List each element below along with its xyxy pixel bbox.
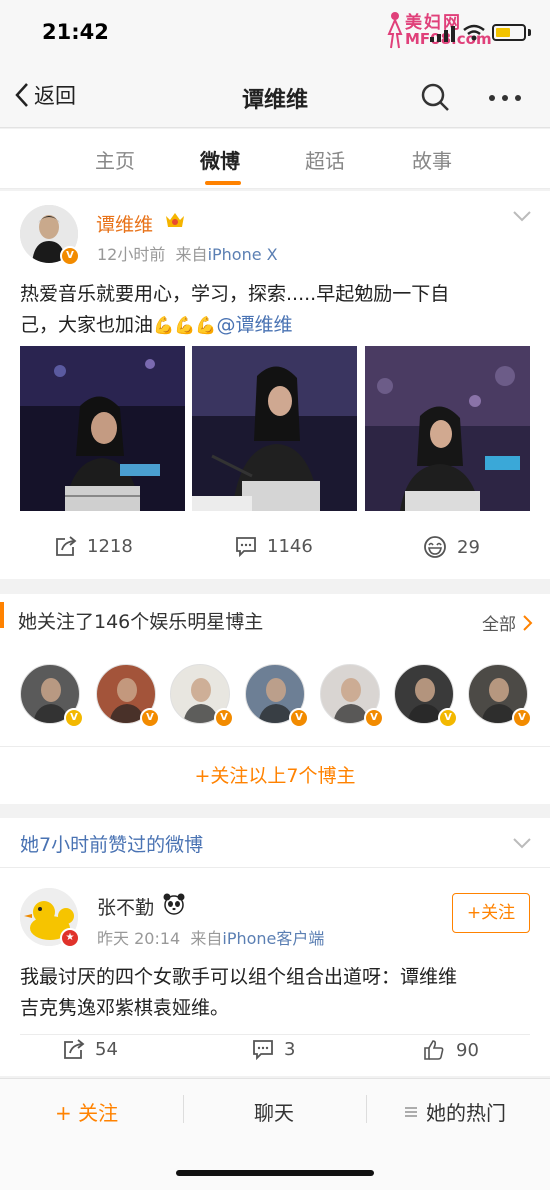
profile-tabs: 主页 微博 超话 故事 — [0, 129, 550, 189]
mention-link[interactable]: @谭维维 — [217, 314, 293, 336]
tab-super-topic[interactable]: 超话 — [305, 145, 345, 174]
like-button[interactable]: 29 — [423, 535, 480, 559]
post-text: 热爱音乐就要用心，学习，探索.....早起勉励一下自 己，大家也加油💪💪💪@谭维… — [20, 279, 449, 342]
liked-from-label: 来自 — [190, 929, 223, 948]
post-time: 12小时前 — [97, 245, 166, 264]
panda-icon — [163, 893, 185, 915]
chevron-down-icon[interactable] — [512, 837, 532, 849]
home-indicator — [176, 1170, 374, 1176]
thumbs-up-icon — [424, 1040, 444, 1060]
like-button[interactable]: 90 — [422, 1038, 479, 1062]
post-text-line1: 热爱音乐就要用心，学习，探索.....早起勉励一下自 — [20, 283, 450, 305]
like-count: 29 — [457, 536, 480, 558]
chevron-right-icon — [523, 614, 533, 631]
tab-stories[interactable]: 故事 — [412, 145, 452, 174]
wifi-icon — [463, 24, 485, 41]
emoji-strong-icon: 💪💪💪 — [153, 316, 217, 336]
liked-post-actions: 54 3 90 — [0, 1038, 550, 1078]
view-all-link[interactable]: 全部 — [482, 610, 534, 635]
comment-button[interactable]: 3 — [252, 1038, 295, 1060]
back-button[interactable]: 返回 — [14, 80, 76, 110]
post-meta: 12小时前 来自iPhone X — [97, 241, 278, 265]
liked-section-title[interactable]: 她7小时前赞过的微博 — [20, 830, 203, 857]
post-source[interactable]: iPhone X — [208, 245, 278, 264]
chevron-left-icon — [15, 83, 28, 107]
repost-button[interactable]: 54 — [63, 1038, 118, 1060]
liked-text-line1: 我最讨厌的四个女歌手可以组个组合出道呀：谭维维 — [20, 966, 458, 988]
verified-badge: ★ — [60, 928, 80, 948]
verified-badge: V — [140, 708, 160, 728]
post-from-label: 来自 — [175, 245, 208, 264]
comment-icon — [236, 537, 256, 557]
watermark-figure-icon — [387, 12, 403, 49]
hot-posts-button[interactable]: 她的热门 — [404, 1097, 506, 1126]
tab-home[interactable]: 主页 — [95, 145, 135, 174]
repost-icon — [56, 536, 77, 556]
follow-all-button[interactable]: +关注以上7个博主 — [0, 746, 550, 804]
status-bar: 21:42 美妇网 MF08.com — [0, 0, 550, 66]
like-count: 90 — [456, 1039, 479, 1061]
back-label: 返回 — [34, 84, 76, 108]
verified-badge: V — [289, 708, 309, 728]
liked-username[interactable]: 张不勤 — [97, 893, 154, 920]
liked-text-line2: 吉克隽逸邓紫棋袁娅维。 — [20, 997, 230, 1019]
verified-badge: V — [64, 708, 84, 728]
status-time: 21:42 — [42, 20, 109, 44]
crown-vip-icon — [166, 213, 184, 227]
verified-badge: V — [438, 708, 458, 728]
repost-icon — [64, 1039, 85, 1059]
repost-count: 1218 — [87, 535, 133, 557]
liked-post-text: 我最讨厌的四个女歌手可以组个组合出道呀：谭维维 吉克隽逸邓紫棋袁娅维。 — [20, 962, 457, 1024]
comment-button[interactable]: 1146 — [235, 535, 313, 557]
active-tab-indicator — [205, 181, 241, 185]
tab-weibo[interactable]: 微博 — [200, 145, 240, 174]
hot-posts-label: 她的热门 — [426, 1101, 506, 1125]
comment-icon — [253, 1040, 273, 1060]
post-photo-3[interactable] — [365, 346, 530, 511]
repost-button[interactable]: 1218 — [55, 535, 133, 557]
post-text-line2: 己，大家也加油 — [20, 314, 154, 336]
section-accent-bar — [0, 602, 4, 628]
chevron-down-icon[interactable] — [512, 210, 532, 222]
signal-icon — [430, 26, 455, 42]
post-photo-2[interactable] — [192, 346, 357, 511]
battery-icon — [492, 24, 526, 41]
verified-badge: V — [512, 708, 532, 728]
view-all-label: 全部 — [482, 615, 516, 635]
page-title: 谭维维 — [241, 88, 308, 113]
post-actions: 1218 1146 29 — [0, 535, 550, 575]
nav-bar: 返回 谭维维 — [0, 66, 550, 128]
follow-button[interactable]: +关注 — [452, 893, 530, 933]
following-title: 她关注了146个娱乐明星博主 — [18, 611, 264, 633]
post-username[interactable]: 谭维维 — [96, 210, 153, 237]
liked-source[interactable]: iPhone客户端 — [222, 929, 324, 948]
more-icon[interactable] — [488, 94, 522, 102]
liked-meta: 昨天 20:14 来自iPhone客户端 — [97, 925, 324, 949]
follow-toolbar-button[interactable]: + 关注 — [55, 1097, 118, 1126]
post-photo-1[interactable] — [20, 346, 185, 511]
verified-badge: V — [364, 708, 384, 728]
liked-time: 昨天 20:14 — [97, 929, 181, 948]
verified-badge: V — [214, 708, 234, 728]
laugh-emoji-icon — [424, 536, 446, 558]
verified-badge: V — [60, 246, 80, 266]
search-icon[interactable] — [420, 82, 450, 112]
repost-count: 54 — [95, 1038, 118, 1060]
comment-count: 3 — [284, 1038, 296, 1060]
list-icon — [405, 1106, 417, 1117]
chat-button[interactable]: 聊天 — [254, 1097, 294, 1126]
comment-count: 1146 — [267, 535, 313, 557]
